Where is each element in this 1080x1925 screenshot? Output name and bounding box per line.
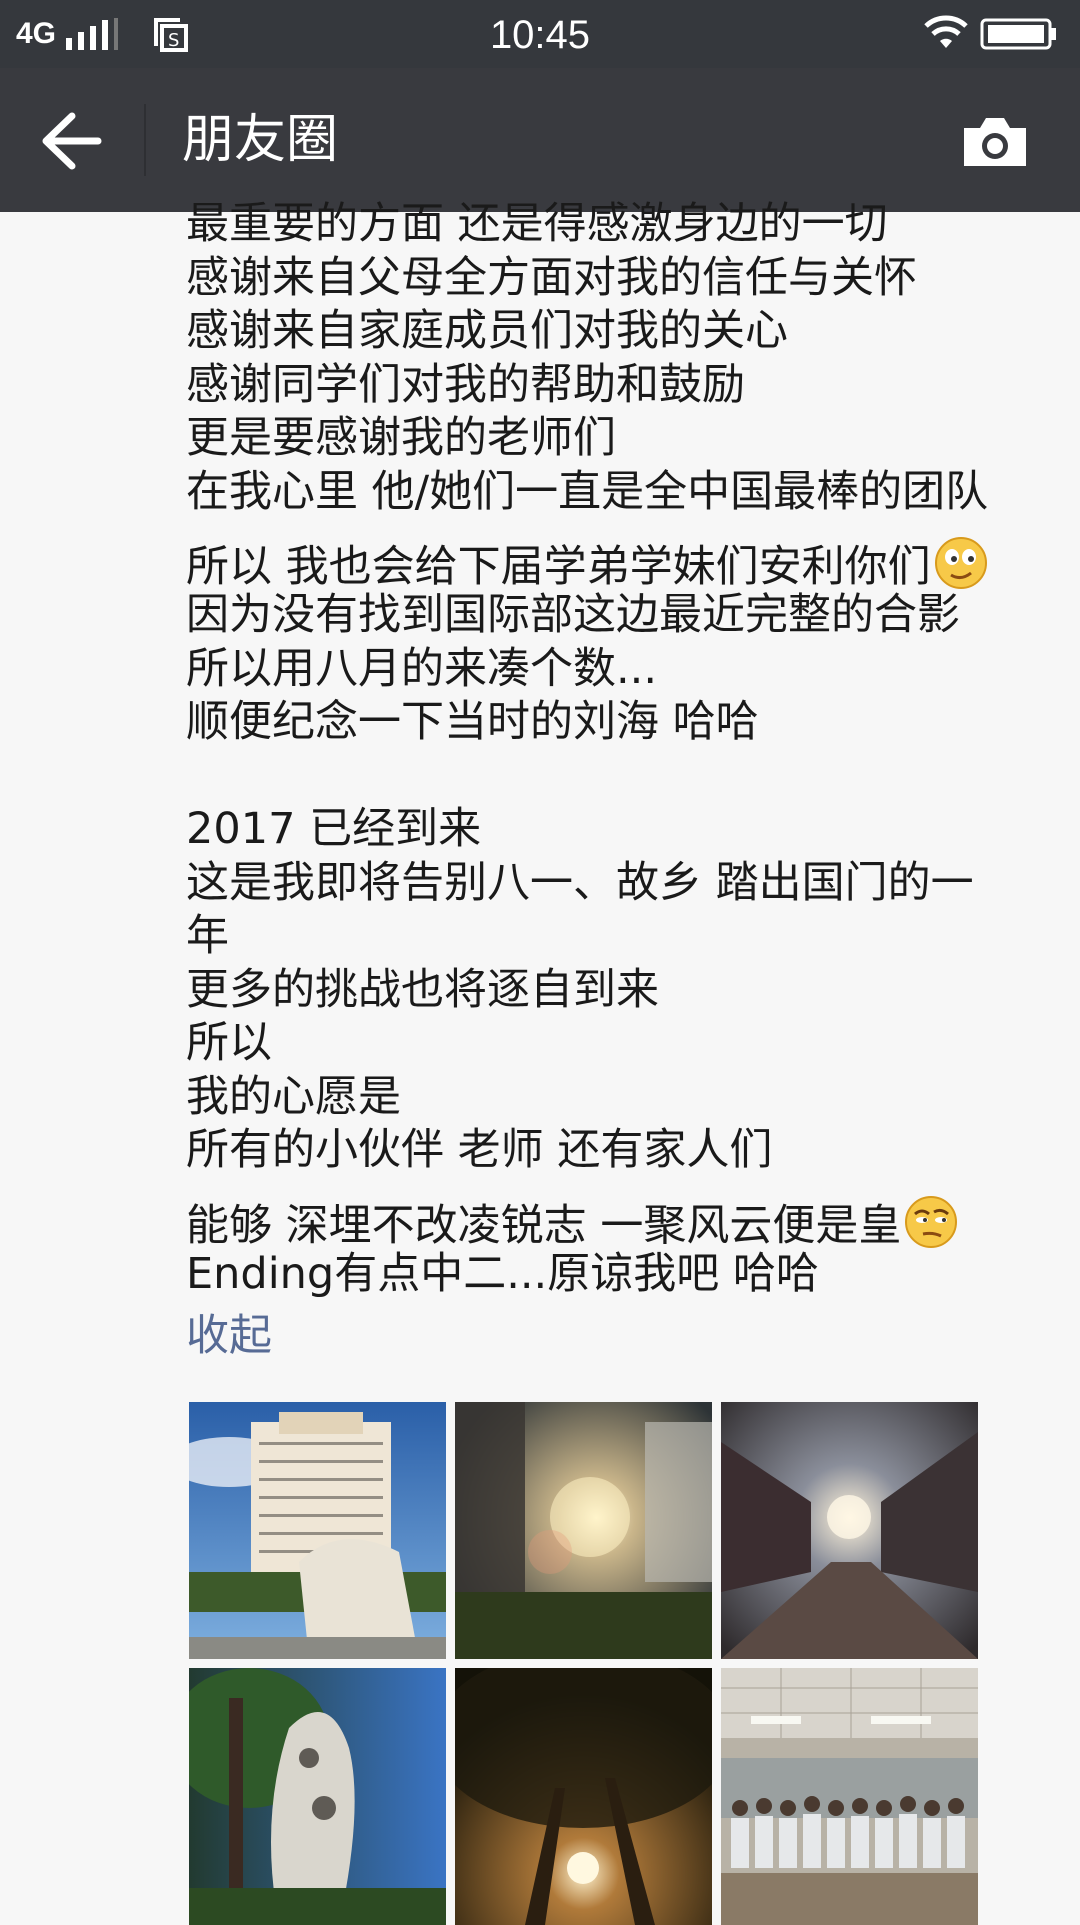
camera-button[interactable] [960, 114, 1030, 170]
wifi-icon [924, 15, 968, 48]
back-button[interactable] [38, 108, 108, 174]
photo-sun-through-trees[interactable] [455, 1668, 712, 1925]
post-line-text: 能够 深埋不改凌锐志 一聚风云便是皇 [186, 1200, 902, 1251]
post-line-with-emoji: 能够 深埋不改凌锐志 一聚风云便是皇 [186, 1178, 1036, 1251]
post-line: 顺便纪念一下当时的刘海 哈哈 [186, 697, 759, 747]
post-line: 感谢来自父母全方面对我的信任与关怀 [186, 252, 917, 303]
photo-class-group[interactable] [721, 1668, 978, 1925]
clock: 10:45 [489, 13, 591, 57]
photo-sunset-courtyard[interactable] [455, 1402, 712, 1659]
post-line-blank [186, 750, 1036, 804]
post-line: 我的心愿是 [186, 1071, 401, 1122]
post-line: 年 [186, 911, 229, 961]
post-line: 所以用八月的来凑个数... [186, 643, 658, 694]
nav-bar: 朋友圈 [0, 68, 1080, 212]
header-divider [144, 104, 146, 176]
page-title: 朋友圈 [182, 110, 339, 170]
post-line: Ending有点中二...原谅我吧 哈哈 [186, 1248, 819, 1299]
post-line: 这是我即将告别八一、故乡 踏出国门的一 [186, 857, 974, 908]
post-line: 感谢同学们对我的帮助和鼓励 [186, 359, 745, 410]
post-line-with-emoji: 所以 我也会给下届学弟学妹们安利你们 [186, 519, 1036, 592]
camera-icon [964, 118, 1026, 166]
photo-grid [189, 1402, 979, 1925]
post-line: 在我心里 他/她们一直是全中国最棒的团队 [186, 466, 989, 517]
post-line: 所有的小伙伴 老师 还有家人们 [186, 1125, 773, 1175]
smirk-emoji-icon [934, 537, 987, 589]
battery-icon [980, 18, 1056, 50]
post-line: 2017 已经到来 [186, 804, 482, 854]
post-line-text: 所以 我也会给下届学弟学妹们安利你们 [186, 542, 931, 592]
status-bar: 4G S 10:45 [0, 0, 1080, 68]
post-line: 感谢来自家庭成员们对我的关心 [186, 306, 788, 356]
back-arrow-icon [42, 112, 102, 170]
photo-rock-garden[interactable] [189, 1668, 446, 1925]
photo-sunset-street[interactable] [721, 1402, 978, 1659]
post-line: 更是要感谢我的老师们 [186, 413, 616, 463]
collapse-link[interactable]: 收起 [186, 1308, 272, 1364]
sly-emoji-icon [905, 1195, 958, 1248]
post-line: 因为没有找到国际部这边最近完整的合影 [186, 590, 960, 640]
post-line: 更多的挑战也将逐自到来 [186, 964, 659, 1015]
photo-building-monument[interactable] [189, 1402, 446, 1659]
post-line: 所以 [186, 1018, 272, 1068]
post-line: 最重要的方面 还是得感激身边的一切 [186, 199, 888, 249]
post-text: 最重要的方面 还是得感激身边的一切 感谢来自父母全方面对我的信任与关怀 感谢来自… [186, 198, 1036, 1301]
